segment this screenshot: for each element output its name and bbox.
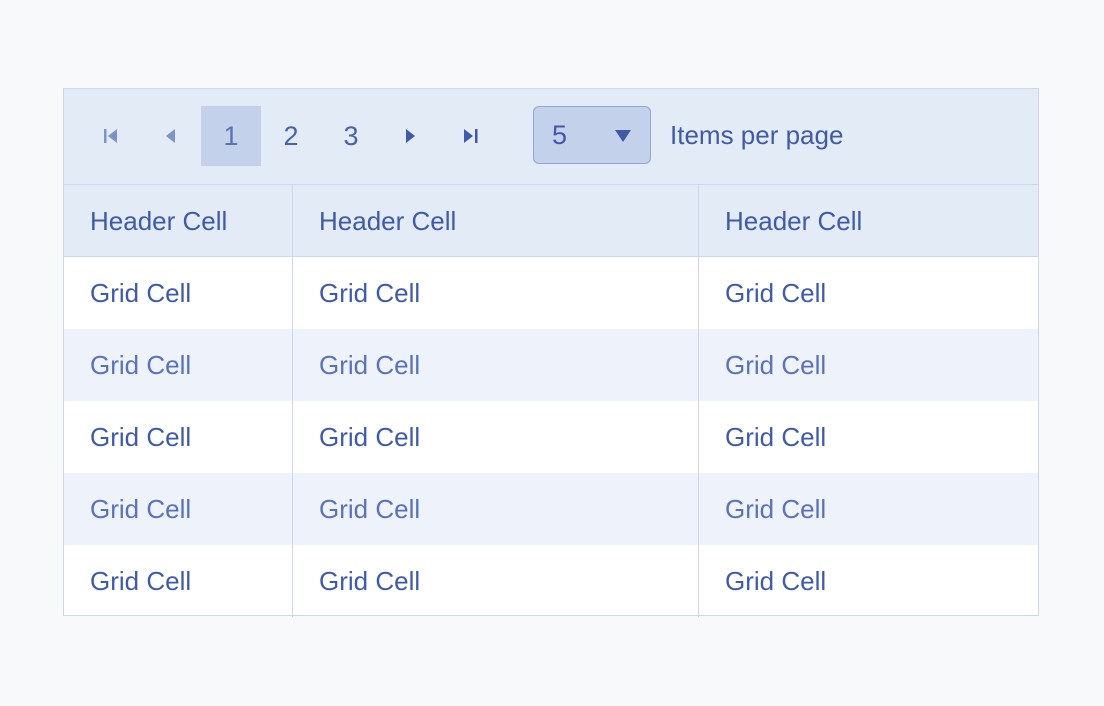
header-cell[interactable]: Header Cell: [64, 185, 292, 257]
header-cell[interactable]: Header Cell: [292, 185, 698, 257]
grid-cell[interactable]: Grid Cell: [64, 545, 292, 617]
grid-cell[interactable]: Grid Cell: [698, 257, 1038, 329]
items-per-page-select[interactable]: 5: [533, 106, 651, 164]
grid-cell[interactable]: Grid Cell: [292, 329, 698, 401]
grid-cell[interactable]: Grid Cell: [64, 473, 292, 545]
page-button-2[interactable]: 2: [261, 106, 321, 166]
grid-cell[interactable]: Grid Cell: [64, 257, 292, 329]
grid-cell[interactable]: Grid Cell: [292, 401, 698, 473]
last-page-icon: [464, 129, 478, 143]
page-button-1[interactable]: 1: [201, 106, 261, 166]
grid-cell[interactable]: Grid Cell: [292, 473, 698, 545]
grid-cell[interactable]: Grid Cell: [698, 329, 1038, 401]
data-grid: 1 2 3 5 Items per page Header Cell Heade…: [63, 88, 1039, 617]
grid-cell[interactable]: Grid Cell: [64, 329, 292, 401]
table-row[interactable]: Grid Cell Grid Cell Grid Cell: [64, 545, 1038, 617]
first-page-button[interactable]: [81, 106, 141, 166]
header-row: Header Cell Header Cell Header Cell: [64, 185, 1038, 257]
items-per-page-value: 5: [552, 120, 568, 150]
grid-cell[interactable]: Grid Cell: [64, 401, 292, 473]
grid-cell[interactable]: Grid Cell: [698, 473, 1038, 545]
grid-cell[interactable]: Grid Cell: [292, 257, 698, 329]
table-row[interactable]: Grid Cell Grid Cell Grid Cell: [64, 401, 1038, 473]
first-page-icon: [104, 129, 117, 143]
last-page-button[interactable]: [441, 106, 501, 166]
grid-cell[interactable]: Grid Cell: [698, 545, 1038, 617]
next-page-icon: [406, 129, 415, 143]
header-cell[interactable]: Header Cell: [698, 185, 1038, 257]
dropdown-arrow-icon: [615, 130, 631, 142]
grid-body: Grid Cell Grid Cell Grid Cell Grid Cell …: [64, 257, 1038, 617]
previous-page-button[interactable]: [141, 106, 201, 166]
grid-cell[interactable]: Grid Cell: [292, 545, 698, 617]
next-page-button[interactable]: [381, 106, 441, 166]
table-row[interactable]: Grid Cell Grid Cell Grid Cell: [64, 257, 1038, 329]
grid-cell[interactable]: Grid Cell: [698, 401, 1038, 473]
table-row[interactable]: Grid Cell Grid Cell Grid Cell: [64, 473, 1038, 545]
items-per-page-label: Items per page: [670, 120, 844, 150]
previous-page-icon: [166, 129, 175, 143]
page-button-3[interactable]: 3: [321, 106, 381, 166]
pager: 1 2 3 5 Items per page: [64, 89, 1038, 185]
table-row[interactable]: Grid Cell Grid Cell Grid Cell: [64, 329, 1038, 401]
